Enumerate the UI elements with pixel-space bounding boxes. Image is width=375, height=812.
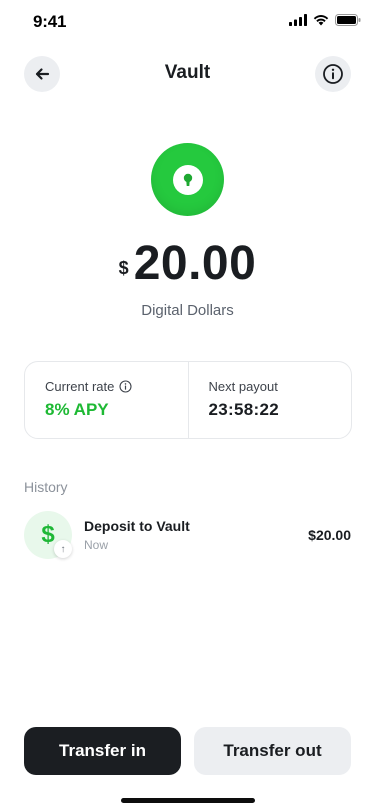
current-rate-value: 8% APY (45, 400, 109, 419)
rate-card: Current rate 8% APY Next payout 23:58:22 (24, 361, 352, 439)
history-item[interactable]: $ ↑ Deposit to Vault Now $20.00 (24, 511, 351, 559)
history-item-time: Now (84, 538, 109, 552)
currency-symbol: $ (118, 258, 129, 278)
balance-label: Digital Dollars (141, 302, 234, 319)
next-payout-value: 23:58:22 (208, 400, 279, 419)
next-payout-label: Next payout (208, 379, 278, 394)
current-rate-label-row: Current rate (45, 379, 188, 394)
battery-icon (335, 14, 361, 26)
nav-bar: Vault (0, 56, 375, 94)
home-indicator[interactable] (121, 798, 255, 803)
info-small-icon[interactable] (119, 380, 132, 393)
dollar-glyph: $ (41, 521, 55, 548)
signal-icon (289, 14, 307, 26)
status-bar: 9:41 (0, 0, 375, 44)
history-item-amount: $20.00 (308, 527, 351, 543)
info-button[interactable] (315, 56, 351, 92)
current-rate-label: Current rate (45, 379, 115, 394)
arrow-up-icon: ↑ (54, 540, 72, 558)
history-item-name: Deposit to Vault (84, 518, 190, 534)
balance-display: $ 20.00 (0, 236, 375, 292)
transfer-in-button[interactable]: Transfer in (24, 727, 181, 775)
lock-icon (172, 164, 203, 195)
status-icons (289, 14, 361, 26)
history-title: History (24, 479, 68, 495)
info-icon (323, 64, 343, 84)
balance-amount: 20.00 (133, 237, 257, 290)
status-time: 9:41 (33, 12, 67, 31)
next-payout-cell: Next payout 23:58:22 (187, 362, 352, 438)
transfer-out-button[interactable]: Transfer out (194, 727, 351, 775)
current-rate-cell[interactable]: Current rate 8% APY (25, 362, 188, 438)
wifi-icon (313, 15, 329, 26)
vault-lock-badge (151, 143, 224, 216)
